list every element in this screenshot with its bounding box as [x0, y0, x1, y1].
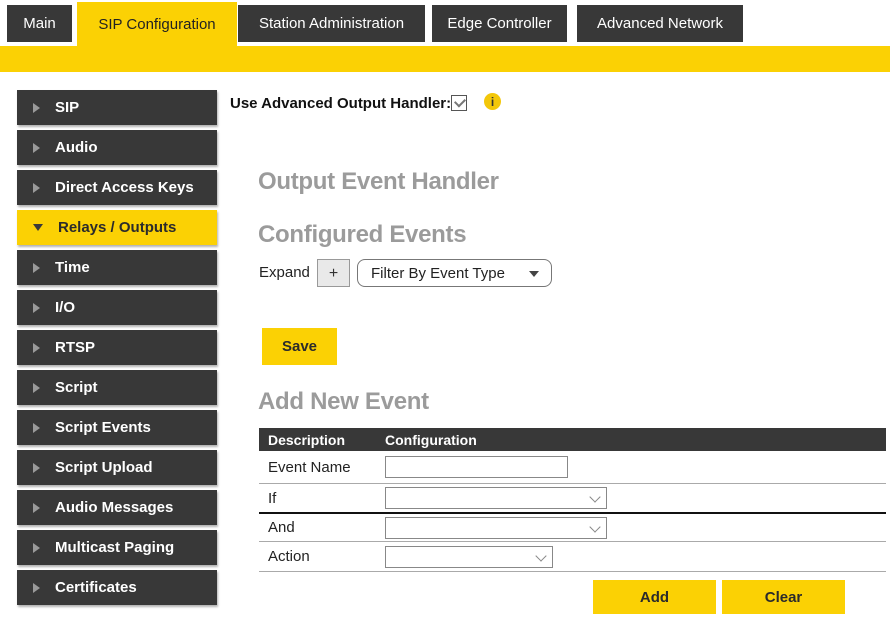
event-name-label: Event Name [268, 458, 351, 476]
output-event-handler-title: Output Event Handler [258, 168, 499, 195]
sidebar-item-label: Script Upload [55, 459, 153, 476]
column-header-description: Description [268, 431, 346, 448]
chevron-right-icon [33, 102, 40, 113]
sidebar-item-label: RTSP [55, 339, 96, 356]
table-row-if: If [259, 484, 886, 514]
add-new-event-title: Add New Event [258, 388, 429, 415]
sidebar-item-label: SIP [55, 99, 80, 116]
configured-events-title: Configured Events [258, 221, 467, 248]
chevron-right-icon [33, 182, 40, 193]
filter-dropdown-value: Filter By Event Type [371, 264, 505, 282]
expand-label: Expand [259, 264, 310, 281]
sidebar-item-label: Audio Messages [55, 499, 174, 516]
and-label: And [268, 519, 295, 536]
filter-by-event-type-dropdown[interactable]: Filter By Event Type [357, 259, 552, 287]
tab-sip-configuration[interactable]: SIP Configuration [77, 2, 237, 46]
sidebar-item-label: Script Events [55, 419, 151, 436]
sidebar-item-label: Multicast Paging [55, 539, 175, 556]
chevron-right-icon [33, 462, 40, 473]
expand-all-button[interactable]: + [317, 259, 350, 287]
page: Main SIP Configuration Station Administr… [0, 0, 890, 621]
sidebar-nav: SIP Audio Direct Access Keys Relays / Ou… [17, 90, 217, 605]
sidebar-item-rtsp[interactable]: RTSP [17, 330, 217, 365]
clear-button[interactable]: Clear [722, 580, 845, 614]
and-select[interactable] [385, 516, 607, 539]
sidebar-item-label: Relays / Outputs [58, 219, 177, 236]
top-tab-bar: Main SIP Configuration Station Administr… [0, 0, 890, 46]
sidebar-item-label: Time [55, 259, 90, 276]
chevron-right-icon [33, 542, 40, 553]
chevron-right-icon [33, 582, 40, 593]
chevron-right-icon [33, 502, 40, 513]
add-new-event-table: Description Configuration Event Name If … [259, 428, 886, 572]
column-header-configuration: Configuration [385, 431, 477, 448]
dropdown-arrow-icon [529, 271, 539, 277]
sidebar-item-direct-access-keys[interactable]: Direct Access Keys [17, 170, 217, 205]
event-name-input[interactable] [385, 456, 568, 478]
save-button[interactable]: Save [262, 328, 337, 365]
sidebar-item-label: Direct Access Keys [55, 179, 194, 196]
sidebar-item-relays-outputs[interactable]: Relays / Outputs [17, 210, 217, 245]
sidebar-item-label: Certificates [55, 579, 137, 596]
action-label: Action [268, 548, 310, 565]
sidebar-item-audio[interactable]: Audio [17, 130, 217, 165]
sidebar-item-label: Audio [55, 139, 98, 156]
sidebar-item-script-upload[interactable]: Script Upload [17, 450, 217, 485]
table-row-and: And [259, 514, 886, 542]
sidebar-item-audio-messages[interactable]: Audio Messages [17, 490, 217, 525]
sidebar-item-script-events[interactable]: Script Events [17, 410, 217, 445]
sidebar-item-sip[interactable]: SIP [17, 90, 217, 125]
table-row-event-name: Event Name [259, 451, 886, 484]
chevron-right-icon [33, 262, 40, 273]
chevron-right-icon [33, 342, 40, 353]
sidebar-item-multicast-paging[interactable]: Multicast Paging [17, 530, 217, 565]
advanced-output-handler-checkbox[interactable] [451, 95, 467, 111]
tab-station-administration[interactable]: Station Administration [238, 5, 425, 42]
accent-bar [0, 46, 890, 72]
advanced-output-handler-label: Use Advanced Output Handler: [230, 95, 452, 112]
tab-main[interactable]: Main [7, 5, 72, 42]
action-select[interactable] [385, 545, 553, 568]
if-label: If [268, 489, 277, 507]
table-row-action: Action [259, 542, 886, 572]
chevron-right-icon [33, 142, 40, 153]
chevron-right-icon [33, 302, 40, 313]
add-button[interactable]: Add [593, 580, 716, 614]
sidebar-item-label: I/O [55, 299, 76, 316]
sidebar-item-io[interactable]: I/O [17, 290, 217, 325]
info-icon[interactable]: i [484, 93, 501, 110]
sidebar-item-certificates[interactable]: Certificates [17, 570, 217, 605]
if-select[interactable] [385, 487, 607, 509]
tab-edge-controller[interactable]: Edge Controller [432, 5, 567, 42]
chevron-down-icon [33, 224, 43, 231]
chevron-right-icon [33, 382, 40, 393]
tab-advanced-network[interactable]: Advanced Network [577, 5, 743, 42]
table-header-row: Description Configuration [259, 428, 886, 451]
sidebar-item-script[interactable]: Script [17, 370, 217, 405]
sidebar-item-label: Script [55, 379, 98, 396]
sidebar-item-time[interactable]: Time [17, 250, 217, 285]
chevron-right-icon [33, 422, 40, 433]
